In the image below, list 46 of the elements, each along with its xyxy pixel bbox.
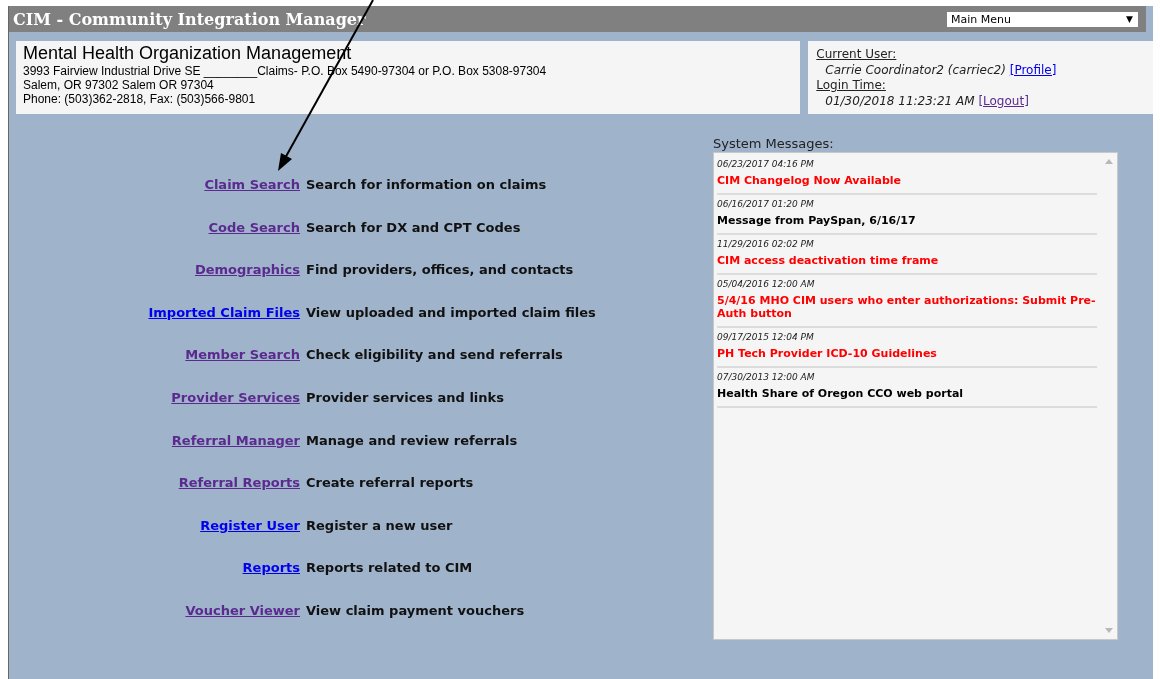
message-date: 07/30/2013 12:00 AM: [717, 371, 816, 384]
menu-link[interactable]: Imported Claim Files: [148, 304, 300, 320]
message-title[interactable]: CIM Changelog Now Available: [717, 174, 1097, 187]
menu-link[interactable]: Member Search: [185, 347, 300, 363]
link-description: Register a new user: [306, 517, 454, 533]
message-title[interactable]: CIM access deactivation time frame: [717, 254, 1097, 267]
menu-link[interactable]: Demographics: [194, 262, 300, 278]
message-date: 05/04/2016 12:00 AM: [717, 278, 816, 291]
menu-link[interactable]: Claim Search: [204, 177, 300, 192]
menu-link[interactable]: Code Search: [208, 219, 300, 235]
profile-link[interactable]: [Profile]: [1009, 62, 1057, 77]
message-title[interactable]: 5/4/16 MHO CIM users who enter authorizations: Submit Pre-Auth button: [717, 294, 1097, 320]
link-description: Provider services and links: [306, 389, 505, 405]
link-description: Manage and review referrals: [306, 432, 519, 448]
menu-link[interactable]: Provider Services: [171, 389, 300, 405]
menu-link[interactable]: Voucher Viewer: [185, 602, 300, 618]
menu-link[interactable]: Referral Reports: [178, 475, 300, 491]
message-title[interactable]: Message from PaySpan, 6/16/17: [717, 214, 1097, 227]
link-description: Search for DX and CPT Codes: [306, 219, 522, 235]
message-date: 11/29/2016 02:02 PM: [717, 238, 815, 251]
current-user-label: Current User:: [816, 47, 898, 63]
menu-link[interactable]: Register User: [200, 517, 300, 533]
link-description: Find providers, offices, and contacts: [306, 262, 575, 278]
link-description: View uploaded and imported claim files: [306, 304, 597, 320]
message-title[interactable]: Health Share of Oregon CCO web portal: [717, 387, 1097, 400]
address-line: Phone: (503)362-2818, Fax: (503)566-9801: [23, 92, 257, 106]
link-description: View claim payment vouchers: [306, 602, 526, 618]
link-description: Reports related to CIM: [306, 560, 474, 576]
menu-dropdown[interactable]: Main Menu ▼: [947, 11, 1138, 27]
menu-link[interactable]: Reports: [242, 560, 300, 576]
link-description: Check eligibility and send referrals: [306, 347, 564, 363]
link-description: Search for information on claims: [306, 177, 548, 192]
message-title[interactable]: PH Tech Provider ICD-10 Guidelines: [717, 347, 1097, 360]
scroll-up-icon[interactable]: [1104, 159, 1113, 164]
logout-link[interactable]: [Logout]: [978, 93, 1029, 108]
login-time: 01/30/2018 11:23:21 AM: [825, 93, 975, 108]
system-messages-title: System Messages:: [713, 136, 835, 152]
link-description: Create referral reports: [306, 475, 475, 491]
menu-link[interactable]: Referral Manager: [171, 432, 300, 448]
message-date: 06/16/2017 01:20 PM: [717, 198, 815, 211]
address-line: Salem, OR 97302 Salem OR 97304: [23, 78, 215, 92]
login-time-label: Login Time:: [816, 78, 887, 94]
message-date: 09/17/2015 12:04 PM: [717, 331, 815, 344]
scroll-down-icon[interactable]: [1104, 628, 1113, 633]
user-name: Carrie Coordinator2 (carriec2): [825, 62, 1006, 77]
message-date: 06/23/2017 04:16 PM: [717, 158, 815, 171]
